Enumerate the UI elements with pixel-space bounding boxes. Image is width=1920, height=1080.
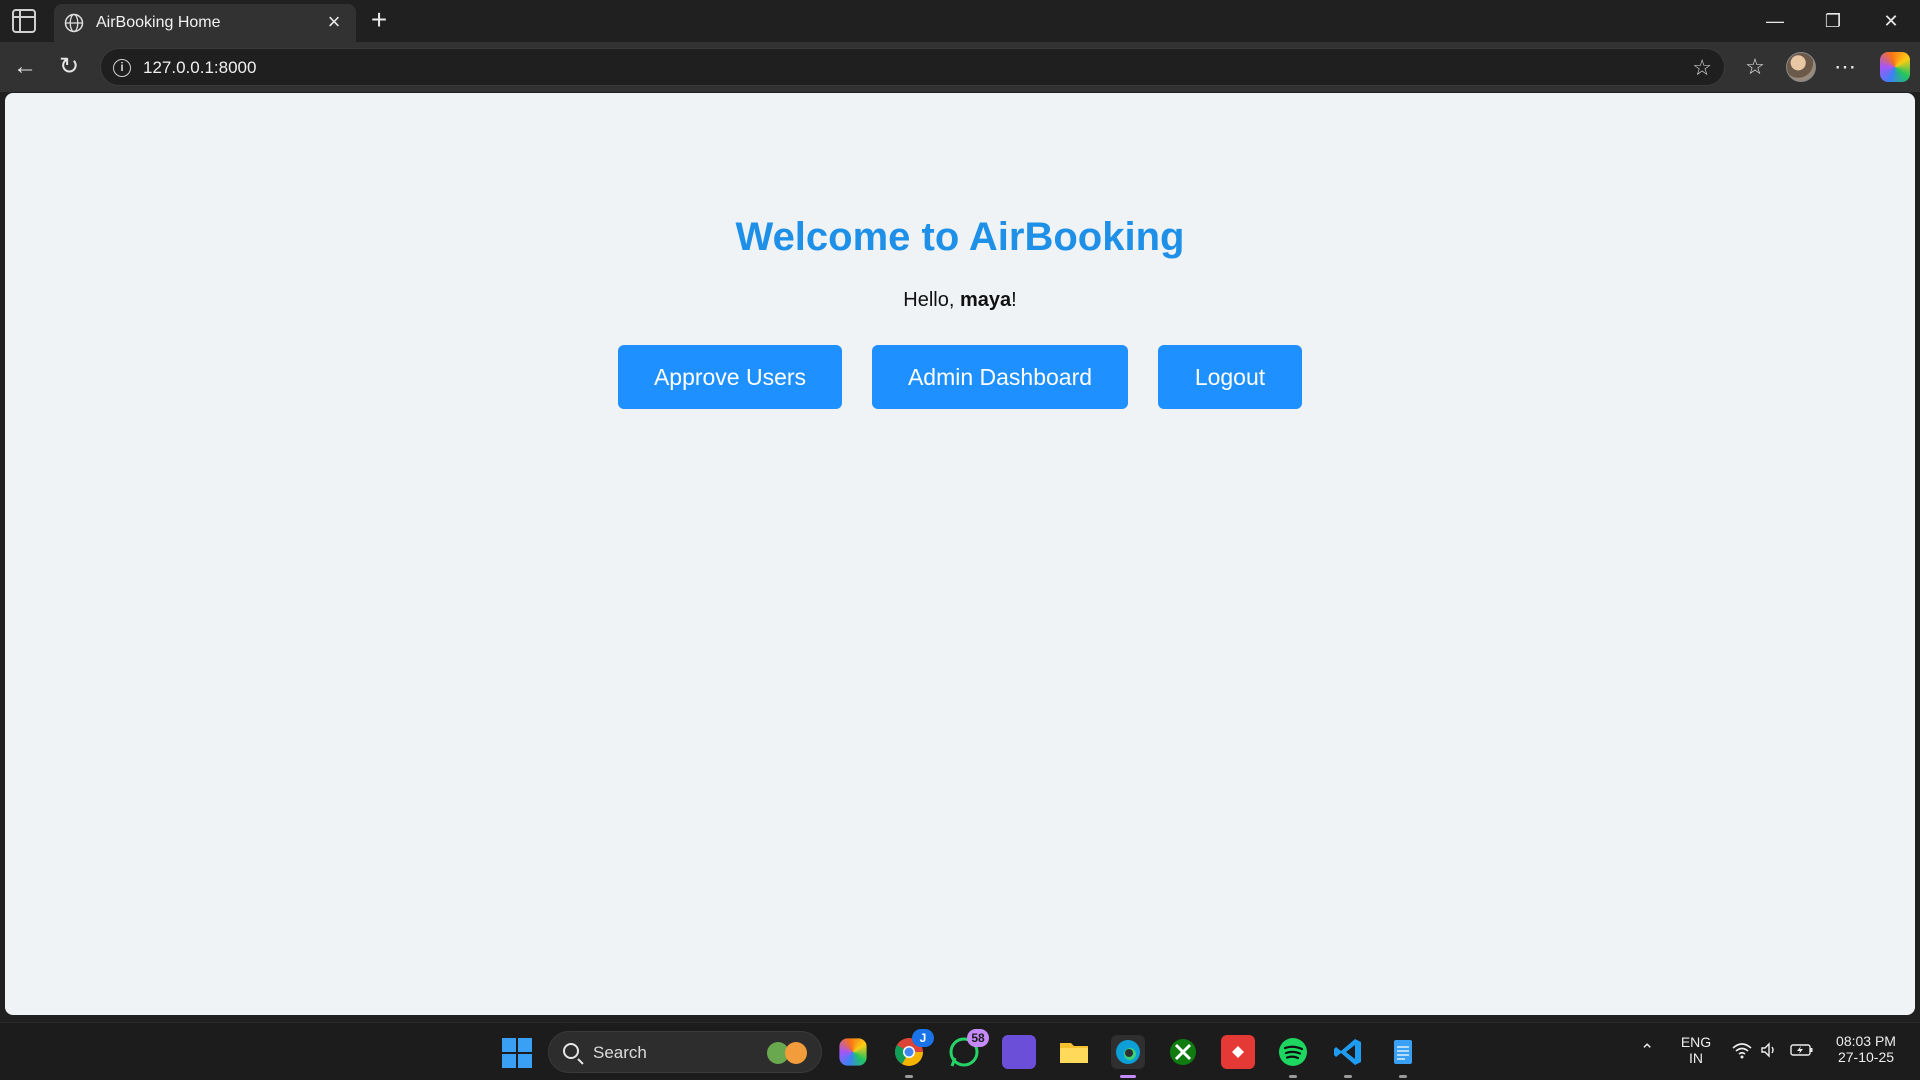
taskbar: Search J 58 ⌃ ENG IN 08:03 PM 27-10-25 (0, 1022, 1920, 1080)
language-indicator[interactable]: ENG IN (1678, 1034, 1714, 1066)
page-title: Welcome to AirBooking (735, 215, 1185, 259)
browser-toolbar: ← ↻ i 127.0.0.1:8000 ☆ ☆ ⋯ (0, 42, 1920, 92)
battery-icon[interactable] (1790, 1041, 1814, 1064)
running-indicator (1344, 1075, 1352, 1078)
browser-titlebar: AirBooking Home × + — ❐ ✕ (0, 0, 1920, 42)
chrome-icon[interactable]: J (892, 1029, 934, 1078)
tab-actions-icon[interactable] (12, 9, 36, 33)
new-tab-icon[interactable]: + (364, 6, 394, 36)
page-viewport: Welcome to AirBooking Hello, maya! Appro… (5, 93, 1915, 1015)
active-indicator (1120, 1075, 1136, 1078)
proton-app-icon[interactable] (1002, 1035, 1036, 1069)
greeting-suffix: ! (1011, 289, 1017, 311)
chrome-profile-badge: J (912, 1029, 934, 1047)
spotify-icon[interactable] (1276, 1035, 1310, 1078)
notepad-logo-icon (1394, 1040, 1412, 1064)
running-indicator (905, 1075, 913, 1078)
admin-dashboard-button[interactable]: Admin Dashboard (872, 345, 1128, 409)
address-bar[interactable]: i 127.0.0.1:8000 ☆ (100, 48, 1725, 86)
taskbar-search[interactable]: Search (548, 1031, 822, 1073)
copilot-app-icon[interactable] (839, 1038, 867, 1066)
language-code: ENG (1680, 1034, 1712, 1050)
greeting-text: Hello, maya! (5, 289, 1915, 312)
running-indicator (1399, 1075, 1407, 1078)
edge-logo-icon (1116, 1040, 1140, 1064)
search-highlight-icon (767, 1040, 811, 1066)
wifi-icon[interactable] (1732, 1041, 1752, 1064)
more-options-icon[interactable]: ⋯ (1830, 52, 1860, 82)
battery-charging-icon (1790, 1044, 1813, 1056)
site-info-icon[interactable]: i (113, 59, 131, 77)
clock-time: 08:03 PM (1836, 1033, 1896, 1049)
clock-date: 27-10-25 (1837, 1049, 1895, 1065)
restore-icon[interactable]: ❐ (1813, 8, 1853, 34)
greeting-prefix: Hello, (903, 289, 960, 311)
anydesk-logo-icon (1232, 1046, 1244, 1058)
region-code: IN (1689, 1050, 1703, 1066)
search-label: Search (593, 1043, 647, 1062)
vscode-icon[interactable] (1331, 1035, 1365, 1078)
logout-button[interactable]: Logout (1158, 345, 1302, 409)
notepad-icon[interactable] (1386, 1035, 1420, 1078)
whatsapp-icon[interactable]: 58 (947, 1029, 989, 1069)
minimize-icon[interactable]: — (1755, 8, 1795, 34)
speaker-icon (1761, 1042, 1774, 1058)
vscode-logo-icon (1334, 1039, 1361, 1065)
clock[interactable]: 08:03 PM 27-10-25 (1826, 1033, 1906, 1065)
spotify-logo-icon (1279, 1038, 1307, 1066)
file-explorer-icon[interactable] (1057, 1035, 1091, 1069)
running-indicator (1289, 1075, 1297, 1078)
tab-airbooking-home[interactable]: AirBooking Home × (54, 4, 356, 42)
close-window-icon[interactable]: ✕ (1871, 8, 1911, 34)
copilot-icon[interactable] (1880, 52, 1910, 82)
tab-close-icon[interactable]: × (322, 10, 346, 34)
anydesk-icon[interactable] (1221, 1035, 1255, 1069)
edge-icon[interactable] (1111, 1035, 1145, 1078)
username: maya (959, 289, 1012, 311)
folder-icon (1060, 1043, 1088, 1063)
approve-users-button[interactable]: Approve Users (618, 345, 842, 409)
favorite-star-icon[interactable]: ☆ (1692, 55, 1712, 81)
address-url[interactable]: 127.0.0.1:8000 (143, 58, 256, 78)
reload-icon[interactable]: ↻ (54, 52, 84, 82)
xbox-icon[interactable] (1166, 1035, 1200, 1069)
back-arrow-icon[interactable]: ← (10, 52, 40, 82)
tab-title: AirBooking Home (96, 14, 221, 31)
profile-avatar[interactable] (1786, 52, 1816, 82)
chevron-up-icon[interactable]: ⌃ (1640, 1041, 1654, 1061)
wifi-signal-icon (1732, 1043, 1752, 1059)
xbox-logo-icon (1170, 1039, 1196, 1065)
search-icon (563, 1043, 579, 1059)
favorites-icon[interactable]: ☆ (1740, 52, 1770, 82)
notification-badge: 58 (967, 1029, 989, 1047)
volume-icon[interactable] (1760, 1041, 1778, 1064)
globe-icon (64, 13, 84, 33)
windows-start-icon[interactable] (502, 1038, 532, 1068)
